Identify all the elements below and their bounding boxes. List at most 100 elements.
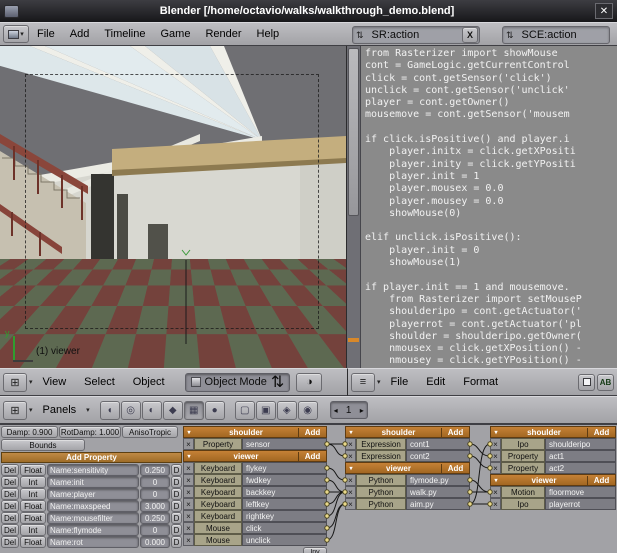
controller-name-field[interactable]: walk.py — [406, 486, 470, 498]
debug-toggle[interactable]: D — [171, 464, 182, 476]
editor-type-icon[interactable]: ⊞ — [3, 401, 27, 420]
chevron-down-icon[interactable]: ▾ — [29, 378, 33, 386]
sensor-brick[interactable]: × Keyboard backkey — [183, 486, 327, 498]
chevron-down-icon[interactable]: ▾ — [377, 378, 381, 386]
menu-view[interactable]: View — [35, 376, 75, 388]
property-value-field[interactable]: 0 — [140, 476, 170, 488]
controller-type-button[interactable]: Python — [356, 474, 406, 486]
close-icon[interactable]: ✕ — [595, 3, 613, 19]
property-type-dropdown[interactable]: Int — [20, 476, 46, 488]
controller-brick[interactable]: × Python aim.py — [345, 498, 470, 510]
debug-toggle[interactable]: D — [171, 488, 182, 500]
property-value-field[interactable]: 0.250 — [140, 464, 170, 476]
actuator-name-field[interactable]: act1 — [545, 450, 616, 462]
sensor-brick[interactable]: × Keyboard fwdkey — [183, 474, 327, 486]
object-context-icon[interactable]: ◆ — [163, 401, 183, 420]
collapse-icon[interactable]: ▾ — [491, 429, 501, 436]
editor-type-icon[interactable]: ⊞ — [3, 373, 27, 392]
delete-actuator-icon[interactable]: × — [490, 462, 501, 474]
scrollbar-thumb[interactable] — [348, 48, 359, 216]
actuator-brick[interactable]: × Motion floormove — [490, 486, 616, 498]
sensor-name-field[interactable]: flykey — [242, 462, 327, 474]
menu-select[interactable]: Select — [76, 376, 123, 388]
sensor-name-field[interactable]: fwdkey — [242, 474, 327, 486]
debug-toggle[interactable]: D — [171, 500, 182, 512]
browse-screens-icon[interactable]: ⇅ — [353, 30, 367, 41]
actuator-brick[interactable]: × Ipo playerrot — [490, 498, 616, 510]
frame-back-icon[interactable]: ◂ — [334, 406, 338, 415]
line-numbers-toggle[interactable] — [578, 374, 595, 391]
delete-property-button[interactable]: Del — [1, 476, 19, 488]
controller-name-field[interactable]: cont1 — [406, 438, 470, 450]
menu-format[interactable]: Format — [455, 376, 506, 388]
actuator-type-button[interactable]: Property — [501, 462, 545, 474]
mode-dropdown[interactable]: Object Mode ⇅ — [185, 373, 291, 392]
controller-name-field[interactable]: aim.py — [406, 498, 470, 510]
actuator-type-button[interactable]: Ipo — [501, 498, 545, 510]
controller-brick[interactable]: × Python flymode.py — [345, 474, 470, 486]
object-header-viewer[interactable]: ▾ viewer Add — [183, 450, 327, 462]
actuator-name-field[interactable]: act2 — [545, 462, 616, 474]
collapse-icon[interactable]: ▾ — [491, 477, 501, 484]
debug-toggle[interactable]: D — [171, 524, 182, 536]
sensor-name-field[interactable]: sensor — [242, 438, 327, 450]
delete-property-button[interactable]: Del — [1, 500, 19, 512]
property-value-field[interactable]: 0.000 — [140, 536, 170, 548]
sensor-type-button[interactable]: Property — [194, 438, 242, 450]
collapse-icon[interactable]: ▾ — [184, 429, 194, 436]
delete-sensor-icon[interactable]: × — [183, 522, 194, 534]
actuator-type-button[interactable]: Property — [501, 450, 545, 462]
sensor-type-button[interactable]: Keyboard — [194, 486, 242, 498]
delete-property-button[interactable]: Del — [1, 512, 19, 524]
property-type-dropdown[interactable]: Float — [20, 512, 46, 524]
delete-sensor-icon[interactable]: × — [183, 462, 194, 474]
add-sensor-button[interactable]: Add — [298, 428, 326, 437]
sensor-type-button[interactable]: Keyboard — [194, 474, 242, 486]
menu-help[interactable]: Help — [250, 25, 287, 43]
controller-name-field[interactable]: cont2 — [406, 450, 470, 462]
menu-object[interactable]: Object — [125, 376, 173, 388]
viewport-3d[interactable]: (1) viewer y — [0, 46, 347, 368]
collapse-icon[interactable]: ▾ — [346, 429, 356, 436]
add-property-button[interactable]: Add Property — [1, 452, 182, 463]
bounds-button[interactable]: Bounds — [1, 439, 85, 451]
actuator-name-field[interactable]: floormove — [545, 486, 616, 498]
actuator-brick[interactable]: × Ipo shoulderipo — [490, 438, 616, 450]
chevron-down-icon[interactable]: ▾ — [86, 406, 90, 414]
sensor-type-button[interactable]: Mouse — [194, 522, 242, 534]
property-value-field[interactable]: 3.000 — [140, 500, 170, 512]
controller-type-button[interactable]: Python — [356, 486, 406, 498]
object-header-shoulder[interactable]: ▾ shoulder Add — [345, 426, 470, 438]
screen-name[interactable]: SR:action — [367, 29, 425, 41]
material-subcontext-icon[interactable]: ▣ — [256, 401, 276, 420]
add-controller-button[interactable]: Add — [441, 428, 469, 437]
texture-subcontext-icon[interactable]: ◈ — [277, 401, 297, 420]
sensor-type-button[interactable]: Mouse — [194, 534, 242, 546]
damp-field[interactable]: Damp: 0.900 — [1, 426, 58, 438]
add-sensor-button[interactable]: Add — [298, 452, 326, 461]
actuator-type-button[interactable]: Motion — [501, 486, 545, 498]
delete-controller-icon[interactable]: × — [345, 486, 356, 498]
scene-selector[interactable]: ⇅ SCE:action — [502, 26, 610, 44]
add-actuator-button[interactable]: Add — [587, 476, 615, 485]
browse-scenes-icon[interactable]: ⇅ — [503, 30, 517, 41]
object-header-viewer[interactable]: ▾ viewer Add — [345, 462, 470, 474]
shading-context-icon[interactable]: ◐ — [142, 401, 162, 420]
actuator-brick[interactable]: × Property act2 — [490, 462, 616, 474]
sensor-brick[interactable]: × Mouse unclick — [183, 534, 327, 546]
text-scrollbar[interactable] — [347, 46, 361, 368]
editing-context-icon[interactable]: ▦ — [184, 401, 204, 420]
logic-context-icon[interactable]: ◖ — [100, 401, 120, 420]
sensor-name-field[interactable]: rightkey — [242, 510, 327, 522]
property-name-field[interactable]: Name:mousefilter — [47, 512, 139, 524]
object-header-viewer[interactable]: ▾ viewer Add — [490, 474, 616, 486]
delete-controller-icon[interactable]: × — [345, 474, 356, 486]
menu-file[interactable]: File — [383, 376, 417, 388]
frame-number[interactable]: 1 — [343, 405, 355, 416]
menu-add[interactable]: Add — [63, 25, 97, 43]
delete-actuator-icon[interactable]: × — [490, 498, 501, 510]
property-name-field[interactable]: Name:sensitivity — [47, 464, 139, 476]
menu-panels[interactable]: Panels — [35, 404, 85, 416]
actuator-name-field[interactable]: shoulderipo — [545, 438, 616, 450]
sensor-name-field[interactable]: leftkey — [242, 498, 327, 510]
